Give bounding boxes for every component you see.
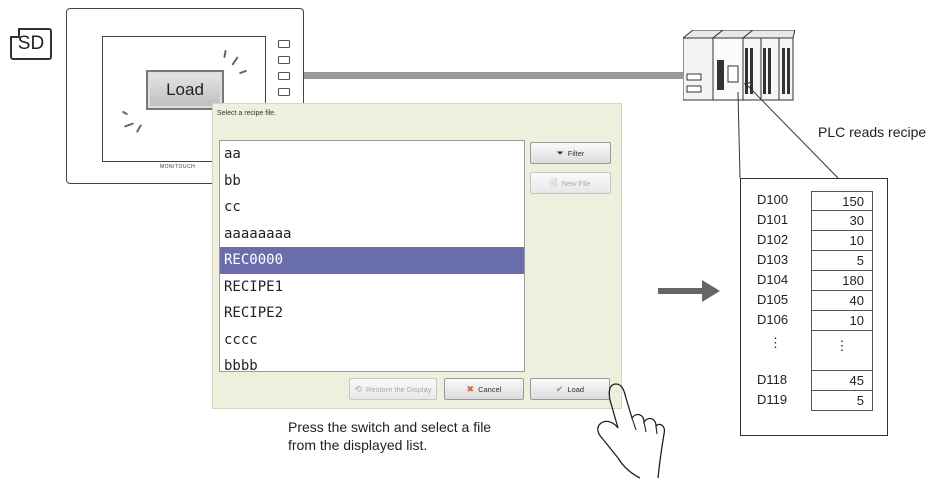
restore-display-button[interactable]: ⟲ Restore the Display — [349, 378, 437, 400]
register-value: 5 — [811, 391, 873, 411]
cancel-button-label: Cancel — [478, 384, 502, 394]
flow-arrow — [658, 288, 704, 294]
register-value: 45 — [811, 371, 873, 391]
restore-icon: ⟲ — [354, 383, 363, 394]
register-row-ellipsis: ⋮ ⋮ — [741, 331, 889, 371]
cancel-button[interactable]: ✖ Cancel — [444, 378, 524, 400]
register-address: D100 — [757, 192, 789, 207]
filter-icon: ⏷ — [556, 147, 564, 158]
flow-arrow-head — [702, 280, 720, 302]
register-address: D105 — [757, 292, 789, 307]
file-list-item[interactable]: cc — [220, 194, 524, 221]
restore-button-label: Restore the Display — [366, 384, 432, 394]
file-list-item[interactable]: bb — [220, 168, 524, 195]
file-list-item[interactable]: RECIPE1 — [220, 274, 524, 301]
register-value: 30 — [811, 211, 873, 231]
register-address: D119 — [757, 392, 788, 407]
register-value: 5 — [811, 251, 873, 271]
register-address: D101 — [757, 212, 789, 227]
register-value: 180 — [811, 271, 873, 291]
new-file-button[interactable]: 🗎 New File — [530, 172, 611, 194]
new-file-button-label: New File — [561, 178, 591, 188]
register-value: 40 — [811, 291, 873, 311]
register-address: D102 — [757, 232, 789, 247]
file-list-item[interactable]: cccc — [220, 327, 524, 354]
register-row: D103 5 — [741, 251, 889, 271]
dialog-title: Select a recipe file. — [217, 110, 277, 117]
register-row: D119 5 — [741, 391, 889, 411]
cancel-icon: ✖ — [466, 383, 475, 394]
register-value: 150 — [811, 191, 873, 211]
register-row: D106 10 — [741, 311, 889, 331]
register-row: D104 180 — [741, 271, 889, 291]
file-list-item[interactable]: aa — [220, 141, 524, 168]
plc-register-table: D100 150 D101 30 D102 10 D103 5 D104 180… — [740, 178, 888, 436]
register-row: D105 40 — [741, 291, 889, 311]
register-row: D101 30 — [741, 211, 889, 231]
file-list-item[interactable]: bbbb — [220, 353, 524, 371]
filter-button-label: Filter — [567, 148, 585, 158]
register-value: ⋮ — [811, 331, 873, 371]
file-list-item[interactable]: aaaaaaaa — [220, 221, 524, 248]
register-address: D104 — [757, 272, 789, 287]
register-row: D118 45 — [741, 371, 889, 391]
register-address: D118 — [757, 372, 788, 387]
recipe-file-list[interactable]: aa bb cc aaaaaaaa REC0000 RECIPE1 RECIPE… — [219, 140, 525, 372]
register-value: 10 — [811, 231, 873, 251]
new-file-icon: 🗎 — [550, 177, 558, 188]
register-address: ⋮ — [769, 335, 782, 350]
filter-button[interactable]: ⏷ Filter — [530, 142, 611, 164]
pointing-hand-icon — [597, 383, 666, 479]
file-list-item-selected[interactable]: REC0000 — [220, 247, 524, 274]
file-list-item[interactable]: RECIPE2 — [220, 300, 524, 327]
register-row: D100 150 — [741, 191, 889, 211]
register-address: D106 — [757, 312, 789, 327]
register-row: D102 10 — [741, 231, 889, 251]
register-value: 10 — [811, 311, 873, 331]
register-address: D103 — [757, 252, 789, 267]
